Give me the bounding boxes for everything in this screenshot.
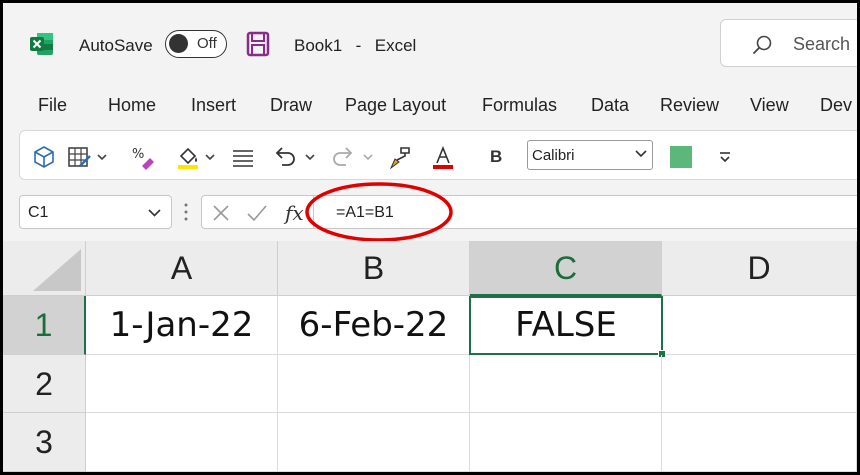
menu-draw[interactable]: Draw xyxy=(270,95,312,116)
align-icon[interactable] xyxy=(230,144,256,170)
autosave-toggle[interactable]: Off xyxy=(165,30,227,58)
menu-insert[interactable]: Insert xyxy=(191,95,236,116)
cell-a1[interactable]: 1-Jan-22 xyxy=(86,296,278,355)
autosave-state: Off xyxy=(197,35,217,52)
font-name-select[interactable]: Calibri xyxy=(527,140,653,170)
spreadsheet-grid: A B C D 1 2 3 1-Jan-22 6-Feb-22 FALSE xyxy=(3,241,857,472)
font-color-icon[interactable] xyxy=(430,144,456,170)
chevron-down-icon[interactable] xyxy=(304,144,316,170)
cell-b2[interactable] xyxy=(278,355,470,413)
cell-a3[interactable] xyxy=(86,413,278,472)
cell-a2[interactable] xyxy=(86,355,278,413)
formula-tools: fx xyxy=(201,195,314,229)
redo-icon[interactable] xyxy=(330,144,356,170)
column-header-d[interactable]: D xyxy=(662,241,857,296)
menu-file[interactable]: File xyxy=(38,95,67,116)
format-table-icon[interactable] xyxy=(66,144,92,170)
cell-b1[interactable]: 6-Feb-22 xyxy=(278,296,470,355)
excel-logo-icon xyxy=(30,33,53,55)
undo-icon[interactable] xyxy=(272,144,298,170)
customize-toolbar-icon[interactable] xyxy=(718,144,732,170)
toggle-knob xyxy=(169,34,188,53)
percent-style-icon[interactable]: % xyxy=(130,144,156,170)
quick-toolbar: % B Calibri xyxy=(19,130,857,180)
title-bar: AutoSave Off Book1 - Excel Search xyxy=(3,3,857,85)
select-all-triangle-icon xyxy=(33,249,81,291)
select-all-corner[interactable] xyxy=(3,241,86,296)
column-header-b[interactable]: B xyxy=(278,241,470,296)
cell-c2[interactable] xyxy=(470,355,662,413)
format-painter-icon[interactable] xyxy=(387,144,413,170)
column-header-a[interactable]: A xyxy=(86,241,278,296)
menu-page-layout[interactable]: Page Layout xyxy=(345,95,446,116)
chevron-down-icon[interactable] xyxy=(362,144,374,170)
row-header-2[interactable]: 2 xyxy=(3,355,86,413)
enter-check-icon[interactable] xyxy=(246,204,268,222)
cell-c3[interactable] xyxy=(470,413,662,472)
bold-button[interactable]: B xyxy=(490,147,502,167)
chevron-down-icon[interactable] xyxy=(204,144,216,170)
svg-text:%: % xyxy=(132,147,144,162)
name-box[interactable]: C1 xyxy=(19,195,172,229)
drag-handle-icon[interactable] xyxy=(184,201,188,223)
row-header-3[interactable]: 3 xyxy=(3,413,86,472)
cell-d1[interactable] xyxy=(663,296,857,355)
save-icon[interactable] xyxy=(246,31,270,57)
excel-window: AutoSave Off Book1 - Excel Search File H… xyxy=(3,3,857,472)
menu-data[interactable]: Data xyxy=(591,95,629,116)
menu-view[interactable]: View xyxy=(750,95,789,116)
cell-d3[interactable] xyxy=(662,413,857,472)
document-title: Book1 - Excel xyxy=(294,36,417,55)
chevron-down-icon[interactable] xyxy=(96,144,108,170)
name-box-value: C1 xyxy=(28,204,49,221)
cell-b3[interactable] xyxy=(278,413,470,472)
menu-home[interactable]: Home xyxy=(108,95,156,116)
column-header-c[interactable]: C xyxy=(470,241,662,296)
search-placeholder: Search xyxy=(793,34,851,54)
row-header-1[interactable]: 1 xyxy=(3,296,86,355)
autosave-label: AutoSave xyxy=(79,36,153,55)
menu-review[interactable]: Review xyxy=(660,95,719,116)
cancel-icon[interactable] xyxy=(212,204,230,222)
3d-models-icon[interactable] xyxy=(31,144,57,170)
insert-function-button[interactable]: fx xyxy=(285,201,304,225)
chevron-down-icon xyxy=(635,150,647,158)
fill-color-icon[interactable] xyxy=(175,144,201,170)
fill-color-swatch-icon[interactable] xyxy=(670,146,692,168)
cell-d2[interactable] xyxy=(662,355,857,413)
cell-c1[interactable]: FALSE xyxy=(469,296,663,355)
formula-text: =A1=B1 xyxy=(336,204,394,221)
menu-bar: File Home Insert Draw Page Layout Formul… xyxy=(3,89,857,127)
menu-developer[interactable]: Dev xyxy=(820,95,852,116)
chevron-down-icon xyxy=(148,209,161,217)
formula-input[interactable]: =A1=B1 xyxy=(313,195,857,229)
font-name-value: Calibri xyxy=(532,147,575,164)
search-icon xyxy=(752,35,772,55)
menu-formulas[interactable]: Formulas xyxy=(482,95,557,116)
search-box[interactable]: Search xyxy=(720,19,857,67)
